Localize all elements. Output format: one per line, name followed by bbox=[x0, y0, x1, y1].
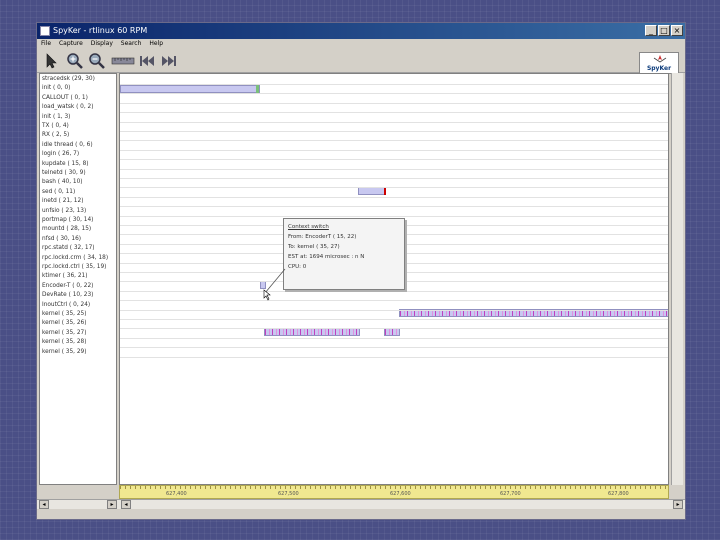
row-gridline bbox=[120, 84, 668, 85]
toolbar: SpyKer bbox=[37, 49, 685, 74]
process-row[interactable]: unfsio ( 23, 13) bbox=[40, 207, 116, 216]
ruler-tick-label: 627,500 bbox=[278, 491, 299, 497]
row-gridline bbox=[120, 178, 668, 179]
zoom-out-icon[interactable] bbox=[87, 51, 107, 71]
process-row[interactable]: login ( 26, 7) bbox=[40, 150, 116, 159]
activity-bar[interactable] bbox=[256, 85, 259, 93]
menu-help[interactable]: Help bbox=[149, 40, 163, 47]
process-row[interactable]: kernel ( 35, 29) bbox=[40, 348, 116, 357]
menu-capture[interactable]: Capture bbox=[59, 40, 83, 47]
process-row[interactable]: CALLOUT ( 0, 1) bbox=[40, 94, 116, 103]
vertical-scrollbar[interactable] bbox=[671, 73, 683, 485]
menu-file[interactable]: File bbox=[41, 40, 51, 47]
maximize-button[interactable]: □ bbox=[658, 25, 670, 36]
menu-bar: File Capture Display Search Help bbox=[37, 39, 685, 49]
process-row[interactable]: rpc.lockd.crm ( 34, 18) bbox=[40, 254, 116, 263]
process-row[interactable]: stracedsk (29, 30) bbox=[40, 75, 116, 84]
process-row[interactable]: portmap ( 30, 14) bbox=[40, 216, 116, 225]
scroll-right-button[interactable]: ▸ bbox=[107, 500, 117, 509]
row-gridline bbox=[120, 290, 668, 292]
row-gridline bbox=[120, 187, 668, 189]
process-row[interactable]: Encoder-T ( 0, 22) bbox=[40, 282, 116, 291]
spyker-logo: SpyKer bbox=[639, 52, 679, 74]
row-gridline bbox=[120, 347, 668, 349]
tooltip-line: CPU: 0 bbox=[288, 264, 307, 270]
context-switch-tooltip: Context switch From: EncoderT ( 15, 22) … bbox=[283, 218, 405, 290]
process-row[interactable]: rpc.lockd.ctrl ( 35, 19) bbox=[40, 263, 116, 272]
process-row[interactable]: RX ( 2, 5) bbox=[40, 131, 116, 140]
minimize-button[interactable]: _ bbox=[645, 25, 657, 36]
row-gridline bbox=[120, 112, 668, 114]
row-gridline bbox=[120, 121, 668, 123]
process-row[interactable]: mountd ( 28, 15) bbox=[40, 225, 116, 234]
process-row[interactable]: kernel ( 35, 25) bbox=[40, 310, 116, 319]
process-row[interactable]: bash ( 40, 10) bbox=[40, 178, 116, 187]
process-row[interactable]: idle thread ( 0, 6) bbox=[40, 141, 116, 150]
row-gridline bbox=[120, 309, 668, 311]
scroll-right-button[interactable]: ▸ bbox=[673, 500, 683, 509]
pointer-icon[interactable] bbox=[41, 51, 61, 71]
row-gridline bbox=[120, 356, 668, 358]
menu-search[interactable]: Search bbox=[121, 40, 142, 47]
logo-text: SpyKer bbox=[646, 65, 672, 72]
row-gridline bbox=[120, 196, 668, 198]
row-gridline bbox=[120, 215, 668, 217]
ruler-tick-label: 627,400 bbox=[166, 491, 187, 497]
scroll-left-button[interactable]: ◂ bbox=[121, 500, 131, 509]
process-row[interactable]: load_watsk ( 0, 2) bbox=[40, 103, 116, 112]
row-gridline bbox=[120, 337, 668, 339]
window-title: SpyKer - rtlinux 60 RPM bbox=[53, 26, 148, 35]
row-gridline bbox=[120, 159, 668, 161]
row-gridline bbox=[120, 168, 668, 170]
row-gridline bbox=[120, 149, 668, 151]
row-gridline bbox=[120, 131, 668, 132]
process-row[interactable]: sed ( 0, 11) bbox=[40, 188, 116, 197]
ruler-tick-label: 627,600 bbox=[390, 491, 411, 497]
ruler-tick-label: 627,800 bbox=[608, 491, 629, 497]
process-row[interactable]: InoutCtrl ( 0, 24) bbox=[40, 301, 116, 310]
process-row[interactable]: rpc.statd ( 32, 17) bbox=[40, 244, 116, 253]
zoom-in-icon[interactable] bbox=[65, 51, 85, 71]
ruler-tick-label: 627,700 bbox=[500, 491, 521, 497]
process-row[interactable]: ktimer ( 36, 21) bbox=[40, 272, 116, 281]
process-row[interactable]: TX ( 0, 4) bbox=[40, 122, 116, 131]
row-gridline bbox=[120, 319, 668, 320]
process-row[interactable]: kernel ( 35, 27) bbox=[40, 329, 116, 338]
process-row[interactable]: DevRate ( 10, 23) bbox=[40, 291, 116, 300]
close-button[interactable]: × bbox=[671, 25, 683, 36]
tooltip-line: Context switch bbox=[288, 224, 329, 230]
row-gridline bbox=[120, 102, 668, 104]
process-row[interactable]: telnetd ( 30, 9) bbox=[40, 169, 116, 178]
time-ruler[interactable]: 627,400 627,500 627,600 627,700 627,800 bbox=[119, 485, 669, 499]
title-bar[interactable]: SpyKer - rtlinux 60 RPM _ □ × bbox=[37, 23, 685, 39]
activity-bar[interactable] bbox=[120, 85, 260, 93]
scroll-left-button[interactable]: ◂ bbox=[39, 500, 49, 509]
process-row[interactable]: inetd ( 21, 12) bbox=[40, 197, 116, 206]
process-row[interactable]: init ( 0, 0) bbox=[40, 84, 116, 93]
app-icon bbox=[40, 26, 50, 36]
row-gridline bbox=[120, 206, 668, 208]
tooltip-line: EST at: 1694 microsec : n N bbox=[288, 254, 365, 260]
process-list[interactable]: stracedsk (29, 30) init ( 0, 0) CALLOUT ( … bbox=[39, 73, 117, 485]
row-gridline bbox=[120, 93, 668, 95]
skip-back-icon[interactable] bbox=[137, 51, 157, 71]
horizontal-scrollbar[interactable]: ◂ ▸ ◂ ▸ bbox=[37, 499, 685, 509]
process-row[interactable]: kernel ( 35, 28) bbox=[40, 338, 116, 347]
menu-display[interactable]: Display bbox=[91, 40, 113, 47]
mouse-cursor-icon bbox=[263, 289, 271, 301]
spyker-window: SpyKer - rtlinux 60 RPM _ □ × File Captu… bbox=[36, 22, 686, 520]
row-gridline bbox=[120, 140, 668, 142]
process-row[interactable]: init ( 1, 3) bbox=[40, 113, 116, 122]
ruler-icon[interactable] bbox=[111, 51, 135, 71]
process-row[interactable]: nfsd ( 30, 16) bbox=[40, 235, 116, 244]
process-row[interactable]: kupdate ( 15, 8) bbox=[40, 160, 116, 169]
skip-forward-icon[interactable] bbox=[159, 51, 179, 71]
process-row[interactable]: kernel ( 35, 26) bbox=[40, 319, 116, 328]
tooltip-line: To: kernel ( 35, 27) bbox=[288, 244, 340, 250]
tooltip-line: From: EncoderT ( 15, 22) bbox=[288, 234, 357, 240]
row-gridline bbox=[120, 300, 668, 302]
row-gridline bbox=[120, 328, 668, 330]
